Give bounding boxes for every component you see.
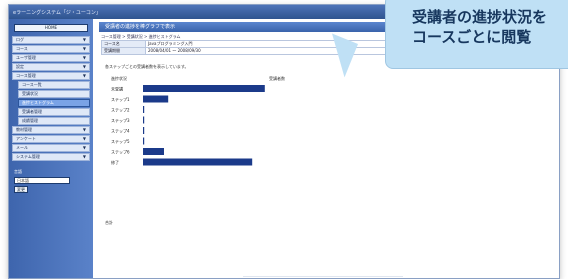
sidebar-item[interactable]: コース ▼ [12, 45, 90, 53]
sidebar-item[interactable]: コース一覧 [18, 81, 90, 89]
feature-callout: 受講者の進捗状況を コースごとに閲覧 [385, 0, 568, 69]
sidebar-item-label: 成績管理 [22, 118, 38, 123]
sidebar-item[interactable]: 設定 ▼ [12, 63, 90, 71]
chart-bar [143, 158, 253, 166]
sidebar-item[interactable]: 教材管理 ▼ [12, 126, 90, 134]
sidebar-item-label: 教材管理 [16, 127, 32, 132]
chart-bar [143, 148, 164, 155]
chevron-down-icon: ▼ [82, 55, 86, 60]
chart-category-label: ステップ2 [111, 107, 130, 113]
chevron-down-icon: ▼ [82, 73, 86, 78]
chevron-down-icon: ▼ [82, 46, 86, 51]
sidebar-item-label: システム管理 [16, 154, 40, 159]
chevron-down-icon: ▼ [82, 37, 86, 42]
total-label: 合計 [105, 220, 113, 225]
info-value: Javaプログラミング入門 [145, 40, 401, 48]
sidebar-item[interactable]: 受講状況 [18, 90, 90, 98]
chart-bar [143, 137, 145, 145]
sidebar-item[interactable]: 受講者管理 [18, 108, 90, 116]
home-button[interactable]: HOME [14, 24, 88, 32]
sidebar-item-label: 設定 [16, 64, 24, 69]
info-value: 2008/04/01 〜 2008/09/30 [145, 47, 401, 55]
chart-header-right: 受講者数 [269, 75, 285, 81]
chart-bar [143, 127, 145, 134]
sidebar-item[interactable]: システム管理 ▼ [12, 153, 90, 161]
app-title: eラーニングシステム「ジ・ユーコン」 [13, 9, 101, 16]
chart-bar [143, 116, 145, 124]
language-select[interactable]: 日本語 [14, 177, 70, 184]
sidebar-item-label: 受講状況 [22, 91, 38, 96]
sidebar-item-label: 受講者管理 [22, 109, 42, 114]
callout-line-2: コースごとに閲覧 [412, 28, 532, 46]
sidebar-item-label: メール [16, 145, 28, 150]
chart-category-label: ステップ5 [111, 138, 130, 144]
chart-header-left: 進捗状況 [111, 75, 127, 81]
sidebar-item-label: ユーザ管理 [16, 55, 36, 60]
chart-category-label: 未受講 [111, 86, 123, 92]
callout-line-1: 受講者の進捗状況を [412, 8, 548, 26]
sidebar-item[interactable]: ユーザ管理 ▼ [12, 54, 90, 62]
chart-category-label: 修了 [111, 159, 119, 165]
page-title: 受講者の進捗を棒グラフで表示 [99, 22, 399, 32]
sidebar: HOME ログ ▼ コース ▼ ユーザ管理 ▼ 設定 ▼ コース管理 ▼ コース一覧受講状況進捗ヒス… [9, 19, 93, 278]
chart-category-label: ステップ1 [111, 96, 130, 102]
sidebar-item[interactable]: アンケート ▼ [12, 135, 90, 143]
chart-bar [143, 106, 145, 113]
sidebar-item-label: 進捗ヒストグラム [22, 100, 54, 105]
info-key: 受講期間 [101, 47, 146, 55]
chart-bar [143, 85, 265, 92]
chart-category-label: ステップ6 [111, 149, 130, 155]
sidebar-item[interactable]: ログ ▼ [12, 36, 90, 44]
sidebar-item-label: コース管理 [16, 73, 36, 78]
chart-category-label: ステップ4 [111, 128, 130, 134]
chart-bar [143, 95, 169, 103]
sidebar-item[interactable]: 成績管理 [18, 117, 90, 125]
language-section-label: 言語 [14, 169, 22, 174]
progress-histogram: 進捗状況 受講者数未受講ステップ1 ステップ2 ステップ3 ステップ4 ステップ5 ステップ… [111, 75, 285, 166]
sidebar-item-label: アンケート [16, 136, 36, 141]
page-root: eラーニングシステム「ジ・ユーコン」 ユーザ admin管理者 所属 admin… [0, 0, 568, 279]
chart-category-label: ステップ3 [111, 117, 130, 123]
sidebar-item-label: コース一覧 [22, 82, 42, 87]
sidebar-item[interactable]: 進捗ヒストグラム [18, 99, 90, 107]
sidebar-menu: ログ ▼ コース ▼ ユーザ管理 ▼ 設定 ▼ コース管理 ▼ コース一覧受講状況進捗ヒストグラム受… [12, 36, 90, 161]
chevron-down-icon: ▼ [82, 154, 86, 159]
sidebar-item-label: ログ [16, 37, 24, 42]
sidebar-item[interactable]: メール ▼ [12, 144, 90, 152]
footer-divider [243, 276, 403, 277]
chevron-down-icon: ▼ [82, 145, 86, 150]
chart-notice: 各ステップごとの受講者数を表示しています。 [105, 64, 189, 69]
sidebar-item[interactable]: コース管理 ▼ [12, 72, 90, 80]
info-key: コース名 [101, 40, 146, 48]
chevron-down-icon: ▼ [82, 127, 86, 132]
chevron-down-icon: ▼ [82, 136, 86, 141]
language-change-button[interactable]: 変更 [14, 186, 28, 193]
sidebar-item-label: コース [16, 46, 28, 51]
chevron-down-icon: ▼ [82, 64, 86, 69]
